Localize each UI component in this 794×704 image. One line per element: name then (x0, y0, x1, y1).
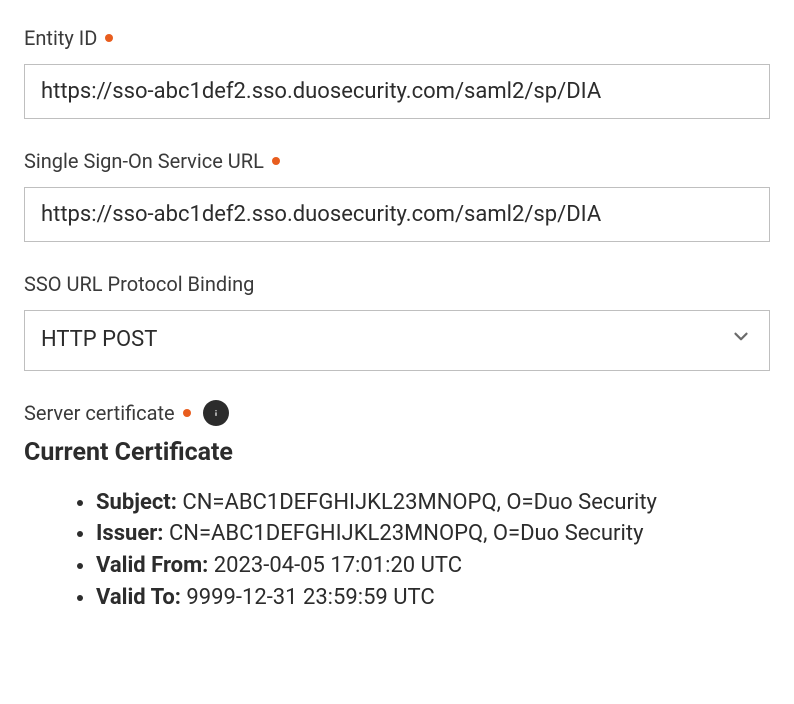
required-indicator-icon (105, 34, 113, 42)
list-item: Subject: CN=ABC1DEFGHIJKL23MNOPQ, O=Duo … (96, 488, 770, 518)
entity-id-input[interactable] (24, 64, 770, 119)
certificate-details-list: Subject: CN=ABC1DEFGHIJKL23MNOPQ, O=Duo … (24, 488, 770, 613)
required-indicator-icon (272, 157, 280, 165)
info-icon[interactable] (203, 400, 229, 426)
list-item: Issuer: CN=ABC1DEFGHIJKL23MNOPQ, O=Duo S… (96, 519, 770, 549)
server-cert-label: Server certificate (24, 399, 175, 427)
current-certificate-heading: Current Certificate (24, 435, 770, 470)
binding-select[interactable]: HTTP POST (24, 310, 770, 371)
cert-valid-from-key: Valid From: (96, 553, 208, 578)
cert-valid-to-key: Valid To: (96, 585, 181, 610)
binding-group: SSO URL Protocol Binding HTTP POST (24, 270, 770, 371)
list-item: Valid From: 2023-04-05 17:01:20 UTC (96, 551, 770, 581)
required-indicator-icon (183, 409, 191, 417)
cert-subject-val: CN=ABC1DEFGHIJKL23MNOPQ, O=Duo Security (177, 490, 657, 515)
sso-url-label-text: Single Sign-On Service URL (24, 147, 264, 175)
cert-issuer-val: CN=ABC1DEFGHIJKL23MNOPQ, O=Duo Security (164, 521, 644, 546)
sso-url-label: Single Sign-On Service URL (24, 147, 770, 175)
cert-subject-key: Subject: (96, 490, 177, 515)
server-cert-section: Server certificate Current Certificate S… (24, 399, 770, 613)
list-item: Valid To: 9999-12-31 23:59:59 UTC (96, 583, 770, 613)
binding-label: SSO URL Protocol Binding (24, 270, 770, 298)
entity-id-label-text: Entity ID (24, 24, 97, 52)
sso-url-input[interactable] (24, 187, 770, 242)
server-cert-label-row: Server certificate (24, 399, 770, 427)
binding-label-text: SSO URL Protocol Binding (24, 270, 254, 298)
cert-valid-from-val: 2023-04-05 17:01:20 UTC (208, 553, 462, 578)
sso-url-group: Single Sign-On Service URL (24, 147, 770, 242)
cert-valid-to-val: 9999-12-31 23:59:59 UTC (181, 585, 435, 610)
entity-id-group: Entity ID (24, 24, 770, 119)
cert-issuer-key: Issuer: (96, 521, 164, 546)
entity-id-label: Entity ID (24, 24, 770, 52)
binding-select-wrap: HTTP POST (24, 310, 770, 371)
